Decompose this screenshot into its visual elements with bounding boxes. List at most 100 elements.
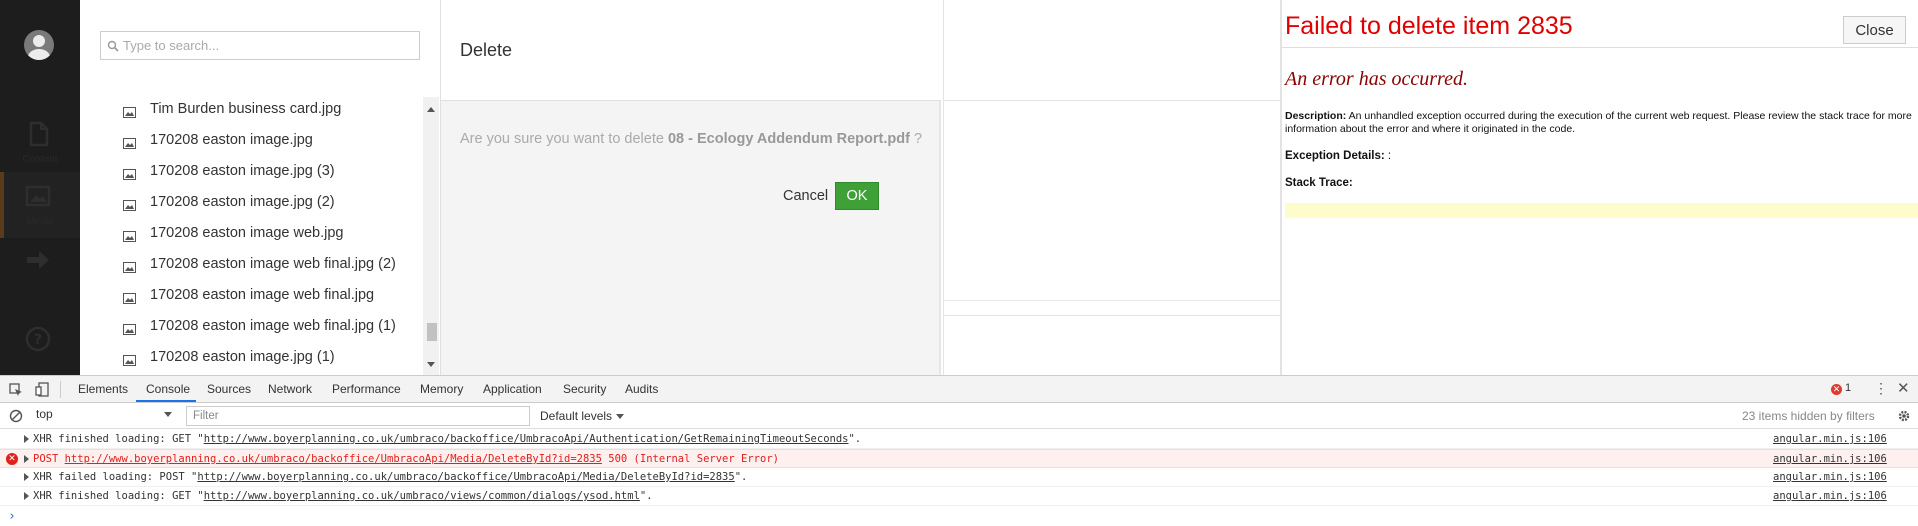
- log-text: XHR finished loading: GET "http://www.bo…: [33, 433, 861, 445]
- image-file-icon: [123, 200, 136, 211]
- log-url-link[interactable]: http://www.boyerplanning.co.uk/umbraco/b…: [65, 453, 602, 465]
- tree-item-label: 170208 easton image.jpg (3): [150, 163, 335, 179]
- ok-button[interactable]: OK: [835, 182, 879, 210]
- tree-item-label: 170208 easton image.jpg (2): [150, 194, 335, 210]
- log-source-link[interactable]: angular.min.js:106: [1773, 453, 1887, 465]
- tree-item-label: 170208 easton image web.jpg: [150, 225, 344, 241]
- document-icon: [29, 121, 49, 147]
- log-source-link[interactable]: angular.min.js:106: [1773, 433, 1887, 445]
- log-url-link[interactable]: http://www.boyerplanning.co.uk/umbraco/b…: [204, 433, 849, 445]
- context-value: top: [36, 407, 53, 421]
- message-prefix: Are you sure you want to delete: [460, 131, 668, 147]
- search-box[interactable]: [100, 31, 420, 60]
- stack-trace-label: Stack Trace:: [1285, 177, 1353, 189]
- clear-console-icon[interactable]: [9, 409, 23, 423]
- error-icon: ✕: [1831, 384, 1842, 395]
- tab-memory[interactable]: Memory: [420, 382, 463, 396]
- console-log-row[interactable]: XHR finished loading: GET "http://www.bo…: [0, 487, 1918, 506]
- error-description: Description: An unhandled exception occu…: [1285, 110, 1915, 136]
- more-options-icon[interactable]: ⋮: [1874, 380, 1888, 396]
- error-heading: An error has occurred.: [1285, 68, 1468, 90]
- avatar[interactable]: [24, 30, 54, 60]
- nav-item-content[interactable]: Content: [0, 110, 80, 176]
- nav-item-forms[interactable]: [0, 236, 80, 302]
- image-file-icon: [123, 355, 136, 366]
- question-icon: ?: [25, 326, 51, 352]
- tree-item[interactable]: 170208 easton image.jpg: [80, 128, 422, 159]
- tree-item[interactable]: 170208 easton image web final.jpg (1): [80, 314, 422, 345]
- image-icon: [25, 185, 51, 207]
- log-suffix: ".: [639, 490, 653, 502]
- log-url-link[interactable]: http://www.boyerplanning.co.uk/umbraco/b…: [197, 471, 734, 483]
- tree-item[interactable]: 170208 easton image web final.jpg: [80, 283, 422, 314]
- tab-performance[interactable]: Performance: [332, 382, 401, 396]
- log-source-link[interactable]: angular.min.js:106: [1773, 471, 1887, 483]
- console-messages: XHR finished loading: GET "http://www.bo…: [0, 430, 1918, 506]
- description-text: An unhandled exception occurred during t…: [1285, 110, 1912, 135]
- tab-sources[interactable]: Sources: [207, 382, 251, 396]
- error-count: 1: [1845, 382, 1852, 394]
- media-tree-list: Tim Burden business card.jpg 170208 easto…: [80, 97, 422, 375]
- editor-footer: [944, 315, 1281, 375]
- message-suffix: ?: [909, 131, 923, 147]
- tab-application[interactable]: Application: [483, 382, 542, 396]
- editor-header: [944, 0, 1281, 101]
- image-file-icon: [123, 231, 136, 242]
- error-count-badge[interactable]: ✕ 1: [1831, 382, 1851, 395]
- tree-scrollbar[interactable]: [423, 97, 439, 375]
- log-source-link[interactable]: angular.min.js:106: [1773, 490, 1887, 502]
- tree-item[interactable]: 170208 easton image web.jpg: [80, 221, 422, 252]
- context-selector[interactable]: top: [36, 407, 176, 425]
- scroll-thumb[interactable]: [427, 323, 437, 341]
- inspect-icon[interactable]: [9, 383, 23, 397]
- error-title: Failed to delete item 2835: [1285, 12, 1573, 40]
- expand-arrow-icon[interactable]: [24, 492, 29, 500]
- log-text: XHR failed loading: POST "http://www.boy…: [33, 471, 747, 483]
- tree-item[interactable]: 170208 easton image.jpg (3): [80, 159, 422, 190]
- settings-gear-icon[interactable]: [1897, 409, 1911, 423]
- filter-input[interactable]: [193, 409, 523, 423]
- arrow-right-icon: [27, 251, 49, 269]
- close-button[interactable]: Close: [1843, 16, 1906, 44]
- expand-arrow-icon[interactable]: [24, 473, 29, 481]
- tree-item[interactable]: 170208 easton image.jpg (1): [80, 345, 422, 375]
- nav-item-help[interactable]: ?: [0, 315, 80, 375]
- log-prefix: XHR finished loading: GET ": [33, 433, 204, 445]
- tree-item-label: 170208 easton image web final.jpg (1): [150, 318, 396, 334]
- chevron-down-icon: [616, 414, 625, 419]
- log-levels-dropdown[interactable]: Default levels: [540, 409, 625, 423]
- cancel-button[interactable]: Cancel: [777, 182, 834, 210]
- image-file-icon: [123, 324, 136, 335]
- tab-security[interactable]: Security: [563, 382, 606, 396]
- console-log-row[interactable]: XHR finished loading: GET "http://www.bo…: [0, 430, 1918, 449]
- tab-console[interactable]: Console: [146, 382, 190, 396]
- nav-item-media[interactable]: Media: [0, 172, 80, 238]
- delete-dialog: Delete Are you sure you want to delete 0…: [441, 0, 941, 375]
- tab-network[interactable]: Network: [268, 382, 312, 396]
- expand-arrow-icon[interactable]: [24, 455, 29, 463]
- console-prompt[interactable]: ›: [8, 509, 16, 524]
- scroll-up-arrow[interactable]: [427, 107, 435, 112]
- umbraco-backoffice: Content Media ? Tim Burden business card…: [0, 0, 1918, 375]
- image-file-icon: [123, 138, 136, 149]
- expand-arrow-icon[interactable]: [24, 435, 29, 443]
- tree-item[interactable]: Tim Burden business card.jpg: [80, 97, 422, 128]
- tree-item-label: 170208 easton image.jpg: [150, 132, 313, 148]
- tree-item[interactable]: 170208 easton image.jpg (2): [80, 190, 422, 221]
- log-url-link[interactable]: http://www.boyerplanning.co.uk/umbraco/v…: [204, 490, 640, 502]
- toolbar-separator: [60, 381, 61, 398]
- filter-box[interactable]: [186, 406, 530, 426]
- tab-audits[interactable]: Audits: [625, 382, 658, 396]
- tab-elements[interactable]: Elements: [78, 382, 128, 396]
- scroll-down-arrow[interactable]: [427, 362, 435, 367]
- device-toolbar-icon[interactable]: [35, 382, 49, 397]
- left-navigation: Content Media ?: [0, 0, 80, 375]
- close-devtools-icon[interactable]: ✕: [1897, 379, 1910, 397]
- search-input[interactable]: [123, 36, 413, 55]
- nav-label: Media: [26, 216, 54, 227]
- console-log-row[interactable]: XHR failed loading: POST "http://www.boy…: [0, 468, 1918, 487]
- console-error-row[interactable]: ✕ POST http://www.boyerplanning.co.uk/umb…: [0, 449, 1918, 468]
- tree-item-label: 170208 easton image.jpg (1): [150, 349, 335, 365]
- tree-item[interactable]: 170208 easton image web final.jpg (2): [80, 252, 422, 283]
- log-suffix: 500 (Internal Server Error): [601, 453, 779, 465]
